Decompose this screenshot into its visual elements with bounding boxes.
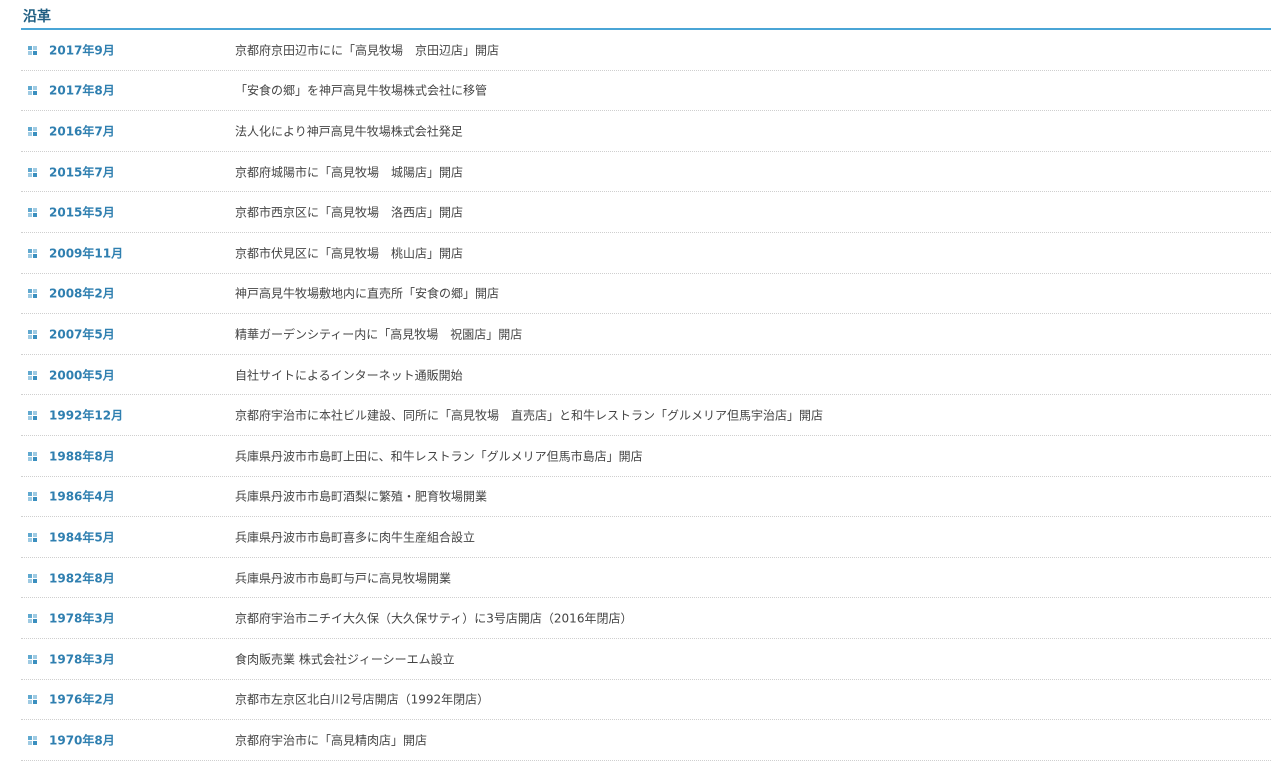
history-date: 2008年2月	[49, 286, 115, 301]
history-description: 京都市伏見区に「高見牧場 桃山店」開店	[235, 246, 464, 261]
history-description: 兵庫県丹波市市島町酒梨に繁殖・肥育牧場開業	[235, 489, 488, 504]
history-date: 1976年2月	[49, 692, 115, 707]
history-date: 1978年3月	[49, 652, 115, 667]
square-bullet-icon	[28, 492, 37, 502]
history-row: 1978年3月 食肉販売業 株式会社ジィーシーエム設立	[21, 639, 1271, 680]
square-bullet-icon	[28, 45, 37, 55]
history-date: 2017年8月	[49, 83, 115, 98]
history-row: 1978年3月 京都府宇治市ニチイ大久保（大久保サティ）に3号店開店（2016年閉…	[21, 598, 1271, 639]
history-description: 兵庫県丹波市市島町喜多に肉牛生産組合設立	[235, 530, 476, 545]
history-description: 京都市西京区に「高見牧場 洛西店」開店	[235, 205, 464, 220]
square-bullet-icon	[28, 573, 37, 583]
history-description: 自社サイトによるインターネット通販開始	[235, 368, 463, 383]
history-description: 京都市左京区北白川2号店開店（1992年閉店）	[235, 692, 490, 707]
history-date: 1982年8月	[49, 571, 115, 586]
history-row: 1970年8月 京都府宇治市に「高見精肉店」開店	[21, 720, 1271, 761]
square-bullet-icon	[28, 695, 37, 705]
history-date: 2009年11月	[49, 246, 124, 261]
square-bullet-icon	[28, 329, 37, 339]
history-date: 2000年5月	[49, 368, 115, 383]
history-date: 2017年9月	[49, 43, 115, 58]
history-description: 京都府京田辺市にに「高見牧場 京田辺店」開店	[235, 43, 500, 58]
square-bullet-icon	[28, 532, 37, 542]
history-date: 2007年5月	[49, 327, 115, 342]
square-bullet-icon	[28, 654, 37, 664]
history-description: 京都府宇治市に本社ビル建設、同所に「高見牧場 直売店」と和牛レストラン「グルメリ…	[235, 408, 824, 423]
history-row: 1984年5月 兵庫県丹波市市島町喜多に肉牛生産組合設立	[21, 517, 1271, 558]
history-section: 沿革 2017年9月 京都府京田辺市にに「高見牧場 京田辺店」開店 2017年8月 「…	[21, 0, 1271, 761]
history-date: 1988年8月	[49, 449, 115, 464]
history-description: 精華ガーデンシティー内に「高見牧場 祝園店」開店	[235, 327, 523, 342]
history-row: 1986年4月 兵庫県丹波市市島町酒梨に繁殖・肥育牧場開業	[21, 477, 1271, 518]
history-description: 食肉販売業 株式会社ジィーシーエム設立	[235, 652, 455, 667]
history-date: 1986年4月	[49, 489, 115, 504]
history-description: 兵庫県丹波市市島町上田に、和牛レストラン「グルメリア但馬市島店」開店	[235, 449, 643, 464]
square-bullet-icon	[28, 289, 37, 299]
history-row: 1992年12月 京都府宇治市に本社ビル建設、同所に「高見牧場 直売店」と和牛レス…	[21, 395, 1271, 436]
square-bullet-icon	[28, 208, 37, 218]
square-bullet-icon	[28, 451, 37, 461]
history-description: 兵庫県丹波市市島町与戸に高見牧場開業	[235, 571, 452, 586]
history-description: 「安食の郷」を神戸高見牛牧場株式会社に移管	[235, 83, 488, 98]
history-description: 法人化により神戸高見牛牧場株式会社発足	[235, 124, 463, 139]
history-description: 京都府宇治市に「高見精肉店」開店	[235, 733, 428, 748]
history-row: 2016年7月 法人化により神戸高見牛牧場株式会社発足	[21, 111, 1271, 152]
history-date: 1970年8月	[49, 733, 115, 748]
history-description: 神戸高見牛牧場敷地内に直売所「安食の郷」開店	[235, 286, 500, 301]
history-date: 1978年3月	[49, 611, 115, 626]
square-bullet-icon	[28, 614, 37, 624]
history-row: 2017年9月 京都府京田辺市にに「高見牧場 京田辺店」開店	[21, 30, 1271, 71]
square-bullet-icon	[28, 126, 37, 136]
square-bullet-icon	[28, 167, 37, 177]
square-bullet-icon	[28, 370, 37, 380]
history-row: 2015年5月 京都市西京区に「高見牧場 洛西店」開店	[21, 192, 1271, 233]
history-row: 1982年8月 兵庫県丹波市市島町与戸に高見牧場開業	[21, 558, 1271, 599]
history-row: 2008年2月 神戸高見牛牧場敷地内に直売所「安食の郷」開店	[21, 274, 1271, 315]
history-row: 2007年5月 精華ガーデンシティー内に「高見牧場 祝園店」開店	[21, 314, 1271, 355]
history-date: 1984年5月	[49, 530, 115, 545]
history-list: 2017年9月 京都府京田辺市にに「高見牧場 京田辺店」開店 2017年8月 「安食の…	[21, 30, 1271, 761]
history-description: 京都府宇治市ニチイ大久保（大久保サティ）に3号店開店（2016年閉店）	[235, 611, 633, 626]
section-title: 沿革	[21, 0, 1271, 30]
history-date: 2016年7月	[49, 124, 115, 139]
history-row: 2009年11月 京都市伏見区に「高見牧場 桃山店」開店	[21, 233, 1271, 274]
history-row: 1976年2月 京都市左京区北白川2号店開店（1992年閉店）	[21, 680, 1271, 721]
history-date: 2015年7月	[49, 165, 115, 180]
history-row: 1988年8月 兵庫県丹波市市島町上田に、和牛レストラン「グルメリア但馬市島店」開…	[21, 436, 1271, 477]
history-description: 京都府城陽市に「高見牧場 城陽店」開店	[235, 165, 464, 180]
history-date: 1992年12月	[49, 408, 124, 423]
square-bullet-icon	[28, 411, 37, 421]
history-date: 2015年5月	[49, 205, 115, 220]
history-row: 2017年8月 「安食の郷」を神戸高見牛牧場株式会社に移管	[21, 71, 1271, 112]
history-row: 2015年7月 京都府城陽市に「高見牧場 城陽店」開店	[21, 152, 1271, 193]
square-bullet-icon	[28, 735, 37, 745]
square-bullet-icon	[28, 248, 37, 258]
history-row: 2000年5月 自社サイトによるインターネット通販開始	[21, 355, 1271, 396]
square-bullet-icon	[28, 86, 37, 96]
